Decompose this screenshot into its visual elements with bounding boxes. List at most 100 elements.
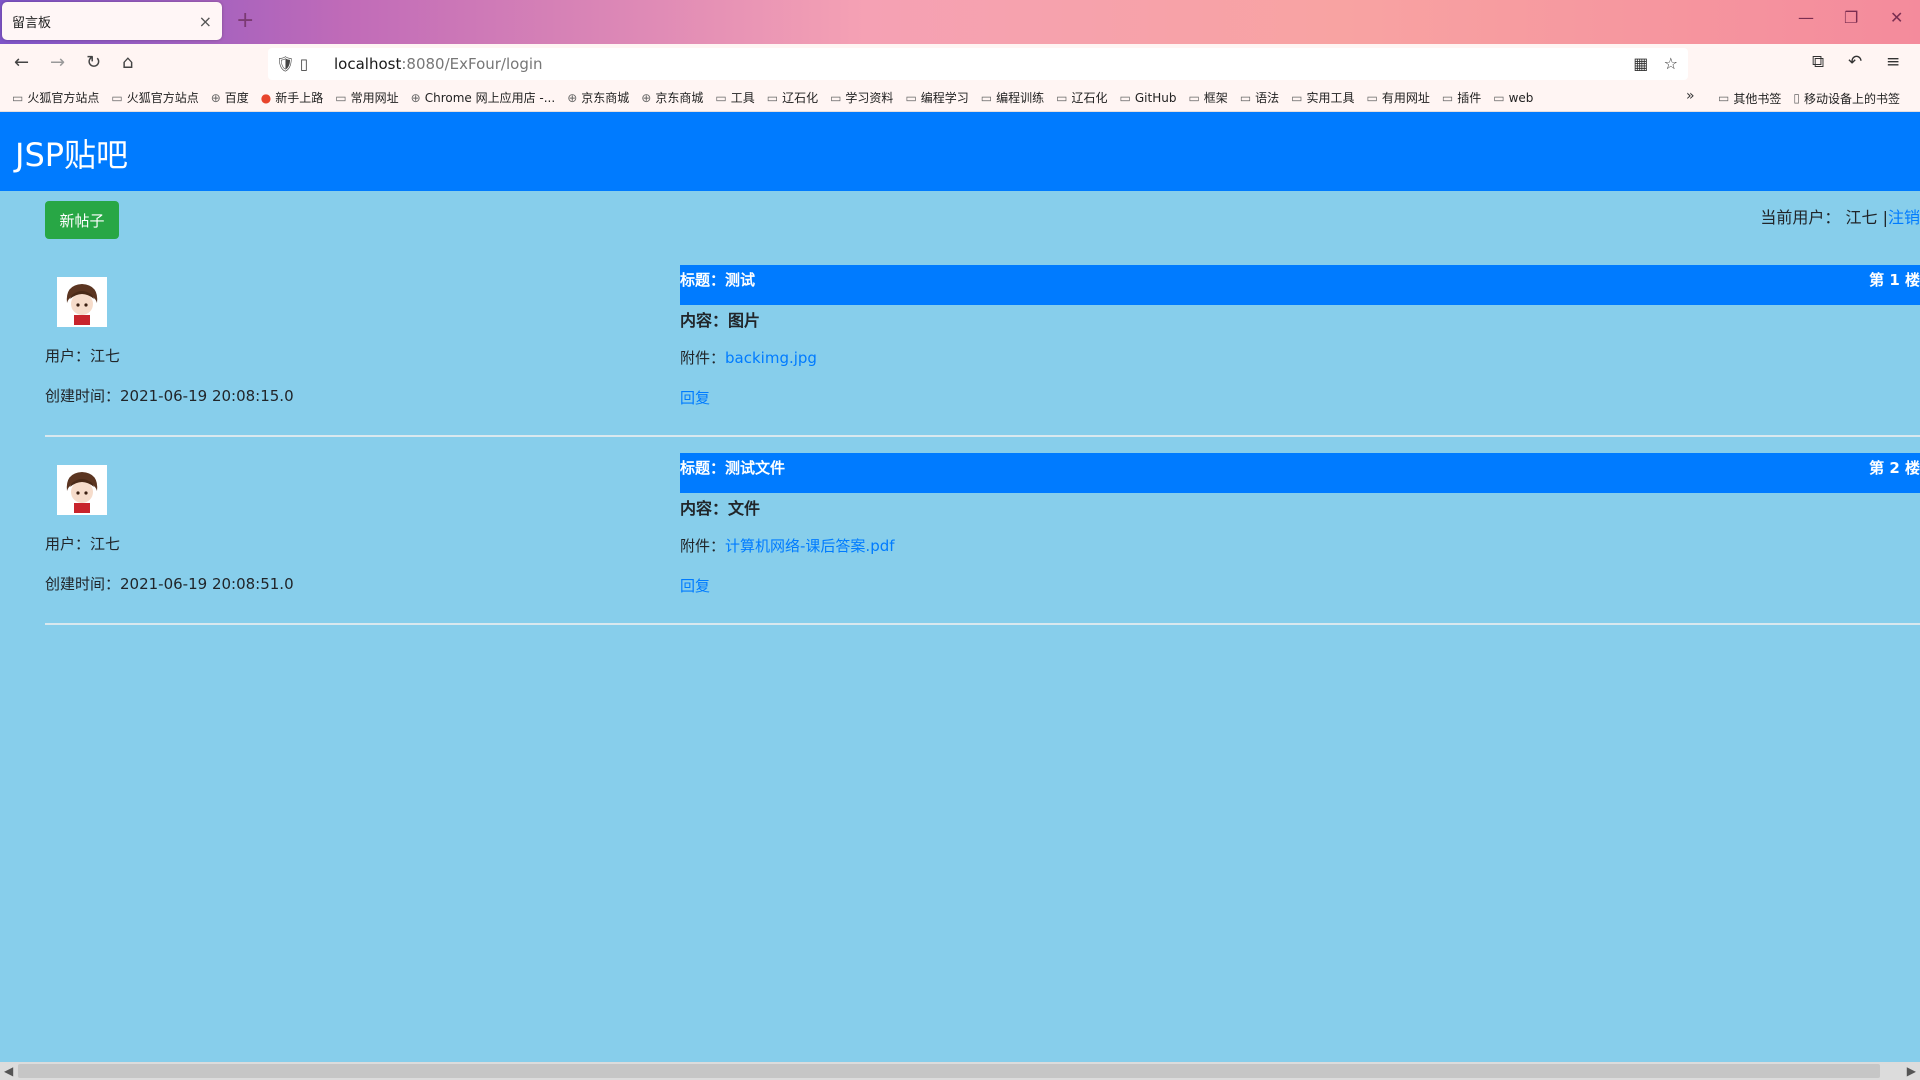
post-user: 用户：江七 — [45, 347, 121, 365]
browser-toolbar: ← → ↻ ⌂ 🛡 ▯ localhost :8080/ExFour/login… — [0, 44, 1920, 84]
restore-icon[interactable]: ❐ — [1844, 8, 1858, 27]
post-created-time: 创建时间：2021-06-19 20:08:51.0 — [45, 575, 294, 593]
bookmark-item[interactable]: ⊕ Chrome 网上应用店 -... — [411, 89, 556, 106]
attachment-link[interactable]: 计算机网络-课后答案.pdf — [725, 537, 895, 555]
avatar — [57, 465, 107, 515]
avatar — [57, 277, 107, 327]
reply-link[interactable]: 回复 — [680, 387, 710, 408]
url-host: localhost — [334, 55, 402, 73]
post-title-bar: 标题：测试 第 1 楼 — [680, 265, 1920, 305]
post-content: 内容：图片 — [680, 311, 761, 330]
post-attachment: 附件：计算机网络-课后答案.pdf — [680, 535, 895, 556]
folder-icon: ▭ — [1119, 90, 1131, 105]
forward-arrow-icon[interactable]: → — [50, 52, 65, 73]
post-title: 标题：测试 — [680, 271, 756, 289]
bookmark-item[interactable]: ▭ 框架 — [1188, 89, 1227, 106]
bookmark-mobile[interactable]: ▯ 移动设备上的书签 — [1793, 90, 1900, 107]
post-created-time: 创建时间：2021-06-19 20:08:15.0 — [45, 387, 294, 405]
bookmark-item[interactable]: ▭ 火狐官方站点 — [111, 89, 198, 106]
bookmark-item[interactable]: ⊕ 京东商城 — [641, 89, 703, 106]
browser-tab-strip: 留言板 × + — ❐ ✕ — [0, 0, 1920, 44]
folder-icon: ▭ — [1291, 90, 1303, 105]
folder-icon: ▭ — [335, 90, 347, 105]
tab-close-icon[interactable]: × — [199, 12, 212, 31]
bookmark-item[interactable]: ⊕ 百度 — [211, 89, 249, 106]
folder-icon: ▭ — [1718, 91, 1730, 105]
bookmark-item[interactable]: ▭ 有用网址 — [1367, 89, 1430, 106]
address-bar[interactable]: 🛡 ▯ localhost :8080/ExFour/login ▦ ☆ — [268, 48, 1688, 80]
current-user-info: 当前用户： 江七 |注销 — [1760, 204, 1920, 228]
post-item: 用户：江七 创建时间：2021-06-19 20:08:51.0 标题：测试文件… — [45, 453, 1920, 625]
screenshot-icon[interactable]: ⧉ — [1812, 52, 1824, 72]
globe-icon: ⊕ — [210, 90, 221, 105]
attachment-label: 附件： — [680, 537, 726, 555]
reload-icon[interactable]: ↻ — [86, 52, 101, 73]
folder-icon: ▭ — [980, 90, 993, 105]
bookmark-item[interactable]: ▭ 编程学习 — [905, 89, 968, 106]
post-title-bar: 标题：测试文件 第 2 楼 — [680, 453, 1920, 493]
folder-icon: ▭ — [1239, 90, 1252, 105]
post-content: 内容：文件 — [680, 499, 761, 518]
undo-icon[interactable]: ↶ — [1848, 52, 1862, 72]
bookmark-item[interactable]: ▭ 辽石化 — [767, 89, 818, 106]
avatar-image — [57, 277, 107, 327]
logout-link[interactable]: 注销 — [1888, 208, 1920, 227]
scrollbar-thumb[interactable] — [18, 1064, 1880, 1078]
scroll-left-icon[interactable]: ◀ — [4, 1062, 13, 1080]
avatar-image — [57, 465, 107, 515]
new-post-button[interactable]: 新帖子 — [45, 201, 119, 239]
post-user: 用户：江七 — [45, 535, 121, 553]
bookmark-item[interactable]: ▭ 常用网址 — [335, 89, 398, 106]
folder-icon: ▭ — [1366, 90, 1378, 105]
post-item: 用户：江七 创建时间：2021-06-19 20:08:15.0 标题：测试 第… — [45, 265, 1920, 437]
current-user-label: 当前用户： — [1760, 208, 1841, 227]
scroll-right-icon[interactable]: ▶ — [1907, 1062, 1916, 1080]
tab-title: 留言板 — [12, 15, 52, 31]
folder-icon: ▭ — [830, 90, 842, 105]
bookmarks-bar: ▭ 火狐官方站点 ▭ 火狐官方站点 ⊕ 百度 ● 新手上路 ▭ 常用网址 ⊕ Chrome … — [0, 84, 1920, 112]
qr-code-icon[interactable]: ▦ ☆ — [1633, 54, 1678, 73]
site-title: JSP贴吧 — [15, 136, 129, 174]
site-header: JSP贴吧 — [0, 112, 1920, 191]
bookmark-item[interactable]: ▭ 工具 — [715, 89, 754, 106]
current-user-name: 江七 — [1845, 208, 1878, 227]
folder-icon: ▭ — [715, 90, 727, 105]
back-arrow-icon[interactable]: ← — [14, 52, 29, 73]
menu-icon[interactable]: ≡ — [1886, 52, 1900, 72]
bookmark-item[interactable]: ▭ GitHub — [1120, 91, 1177, 105]
bookmark-item[interactable]: ⊕ 京东商城 — [567, 89, 629, 106]
bookmark-other[interactable]: ▭ 其他书签 — [1718, 90, 1781, 107]
folder-icon: ▭ — [12, 90, 24, 105]
post-title: 标题：测试文件 — [680, 459, 786, 477]
bookmark-item[interactable]: ▭ 学习资料 — [830, 89, 893, 106]
folder-icon: ▭ — [1493, 90, 1505, 105]
folder-icon: ▭ — [905, 90, 917, 105]
site-info-icon[interactable]: 🛡 ▯ — [276, 55, 334, 73]
horizontal-scrollbar[interactable]: ◀ ▶ — [0, 1062, 1920, 1080]
post-floor: 第 2 楼 — [1869, 459, 1920, 477]
globe-icon: ⊕ — [641, 90, 652, 105]
new-tab-icon[interactable]: + — [236, 8, 254, 33]
bookmarks-right: ▭ 其他书签 ▯ 移动设备上的书签 — [1718, 84, 1912, 111]
firefox-icon: ● — [260, 90, 272, 105]
minimize-icon[interactable]: — — [1798, 8, 1814, 27]
attachment-link[interactable]: backimg.jpg — [725, 349, 817, 367]
bookmark-item[interactable]: ▭ 实用工具 — [1291, 89, 1354, 106]
bookmark-item[interactable]: ▭ 编程训练 — [981, 89, 1044, 106]
bookmark-item[interactable]: ▭ 火狐官方站点 — [12, 89, 99, 106]
bookmarks-overflow-icon[interactable]: » — [1686, 88, 1695, 104]
home-icon[interactable]: ⌂ — [122, 52, 133, 73]
bookmark-item[interactable]: ▭ 辽石化 — [1056, 89, 1107, 106]
mobile-icon: ▯ — [1793, 91, 1800, 105]
post-attachment: 附件：backimg.jpg — [680, 347, 817, 368]
reply-link[interactable]: 回复 — [680, 575, 710, 596]
bookmark-item[interactable]: ▭ 语法 — [1240, 89, 1279, 106]
bookmark-item[interactable]: ▭ web — [1493, 91, 1533, 105]
post-floor: 第 1 楼 — [1869, 271, 1920, 289]
bookmark-item[interactable]: ▭ 插件 — [1442, 89, 1481, 106]
folder-icon: ▭ — [1056, 90, 1068, 105]
bookmark-item[interactable]: ● 新手上路 — [261, 89, 324, 106]
globe-icon: ⊕ — [567, 90, 578, 105]
browser-tab[interactable]: 留言板 × — [2, 2, 222, 40]
window-close-icon[interactable]: ✕ — [1890, 8, 1903, 27]
